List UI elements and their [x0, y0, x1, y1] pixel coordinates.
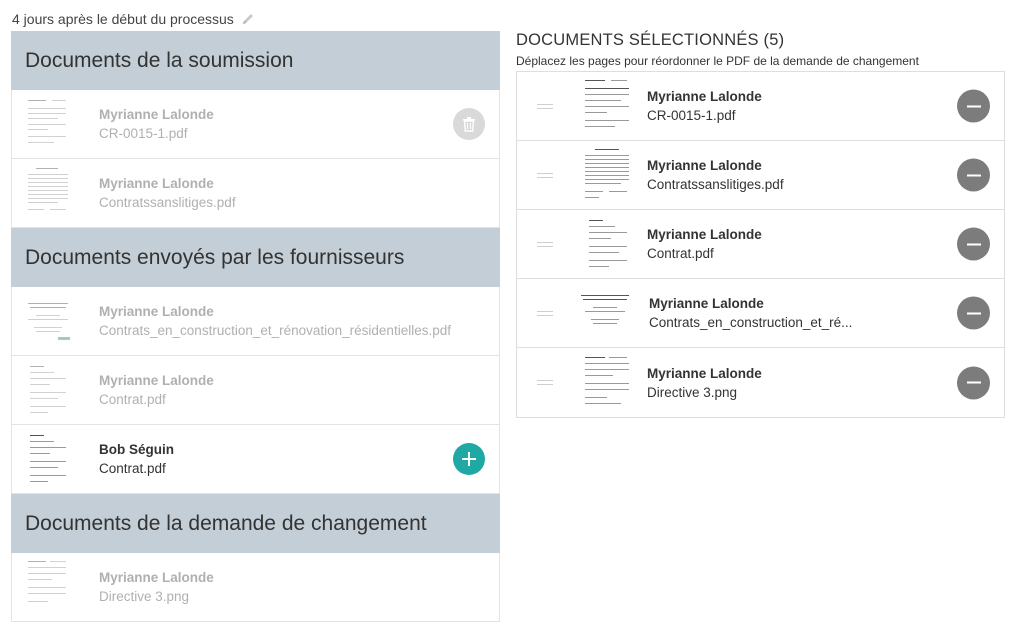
document-thumbnail — [24, 429, 72, 489]
document-filename: Contrats_en_construction_et_ré... — [649, 315, 853, 330]
selected-document-row[interactable]: Myrianne Lalonde Contrats_en_constructio… — [517, 279, 1004, 348]
remove-document-button[interactable] — [957, 296, 990, 330]
document-filename: Contrats_en_construction_et_rénovation_r… — [99, 323, 451, 338]
section-title: Documents de la soumission — [25, 48, 294, 72]
document-author: Bob Séguin — [99, 442, 174, 457]
selected-documents-list: Myrianne Lalonde CR-0015-1.pdf Myrianne … — [516, 71, 1005, 418]
document-filename: Directive 3.png — [99, 589, 190, 604]
document-filename: Contrat.pdf — [99, 392, 166, 407]
section-title: Documents de la demande de changement — [25, 511, 427, 535]
document-thumbnail — [24, 360, 72, 420]
remove-document-button[interactable] — [957, 89, 990, 123]
document-row: Bob Séguin Contrat.pdf — [11, 425, 500, 494]
document-author: Myrianne Lalonde — [649, 296, 764, 311]
document-author: Myrianne Lalonde — [99, 107, 214, 122]
selected-document-row[interactable]: Myrianne Lalonde CR-0015-1.pdf — [517, 72, 1004, 141]
document-thumbnail — [581, 76, 633, 136]
trash-icon — [463, 117, 475, 132]
remove-document-button[interactable] — [957, 366, 990, 399]
drag-handle-icon[interactable] — [537, 380, 553, 385]
drag-handle-icon[interactable] — [537, 241, 553, 247]
delete-document-button[interactable] — [453, 108, 485, 140]
timing-header: 4 jours après le début du processus — [12, 10, 256, 28]
remove-document-button[interactable] — [957, 158, 990, 192]
selected-documents-subtitle: Déplacez les pages pour réordonner le PD… — [516, 54, 919, 68]
document-author: Myrianne Lalonde — [99, 373, 214, 388]
document-author: Myrianne Lalonde — [99, 176, 214, 191]
document-row: Myrianne Lalonde CR-0015-1.pdf — [11, 90, 500, 159]
selected-document-row[interactable]: Myrianne Lalonde Contratssanslitiges.pdf — [517, 141, 1004, 210]
document-filename: Directive 3.png — [647, 384, 738, 400]
selected-documents-panel: DOCUMENTS SÉLECTIONNÉS (5) Déplacez les … — [516, 31, 1005, 418]
section-header-demande-changement: Documents de la demande de changement — [11, 494, 500, 553]
document-filename: Contratssanslitiges.pdf — [647, 177, 784, 192]
document-filename: CR-0015-1.pdf — [99, 126, 188, 141]
document-thumbnail — [581, 145, 633, 205]
document-filename: CR-0015-1.pdf — [647, 108, 736, 123]
document-filename: Contrat.pdf — [647, 246, 714, 261]
document-row: Myrianne Lalonde Directive 3.png — [11, 553, 500, 622]
timing-label: 4 jours après le début du processus — [12, 11, 234, 27]
remove-document-button[interactable] — [957, 227, 990, 261]
drag-handle-icon[interactable] — [537, 310, 553, 316]
document-author: Myrianne Lalonde — [647, 89, 762, 104]
document-author: Myrianne Lalonde — [647, 365, 762, 381]
document-row: Myrianne Lalonde Contrats_en_constructio… — [11, 287, 500, 356]
document-author: Myrianne Lalonde — [99, 304, 214, 319]
document-thumbnail — [18, 291, 78, 351]
section-header-fournisseurs: Documents envoyés par les fournisseurs — [11, 228, 500, 287]
available-documents-panel: Documents de la soumission Myrianne Lalo… — [11, 31, 500, 622]
add-document-button[interactable] — [453, 443, 485, 475]
drag-handle-icon[interactable] — [537, 103, 553, 109]
document-filename: Contrat.pdf — [99, 461, 166, 476]
document-filename: Contratssanslitiges.pdf — [99, 195, 236, 210]
document-row: Myrianne Lalonde Contratssanslitiges.pdf — [11, 159, 500, 228]
plus-icon — [462, 452, 476, 466]
document-thumbnail — [24, 163, 72, 223]
document-author: Myrianne Lalonde — [647, 227, 762, 242]
selected-document-row[interactable]: Myrianne Lalonde Contrat.pdf — [517, 210, 1004, 279]
document-thumbnail — [24, 94, 72, 154]
document-author: Myrianne Lalonde — [99, 570, 214, 585]
document-thumbnail — [575, 283, 635, 343]
document-thumbnail — [581, 214, 633, 274]
section-header-soumission: Documents de la soumission — [11, 31, 500, 90]
document-author: Myrianne Lalonde — [647, 158, 762, 173]
document-thumbnail — [24, 557, 72, 617]
selected-document-row[interactable]: Myrianne Lalonde Directive 3.png — [517, 348, 1004, 417]
section-title: Documents envoyés par les fournisseurs — [25, 245, 405, 269]
pencil-icon[interactable] — [240, 11, 256, 27]
document-row: Myrianne Lalonde Contrat.pdf — [11, 356, 500, 425]
document-thumbnail — [581, 352, 633, 413]
drag-handle-icon[interactable] — [537, 172, 553, 178]
selected-documents-title: DOCUMENTS SÉLECTIONNÉS (5) — [516, 31, 785, 49]
